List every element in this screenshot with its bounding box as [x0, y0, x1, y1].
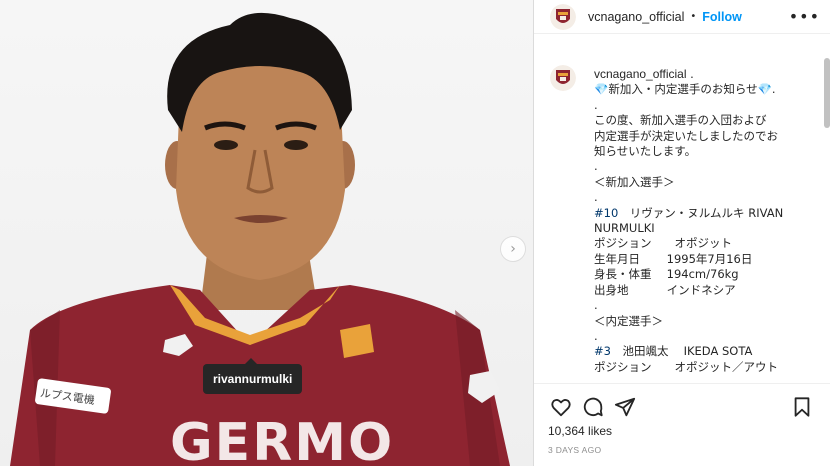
caption-username[interactable]: vcnagano_official: [594, 67, 687, 81]
caption-line: .: [594, 97, 598, 112]
comment-icon: [583, 397, 603, 417]
post-caption: vcnagano_official . 💎新加入・内定選手のお知らせ💎. . こ…: [594, 67, 809, 375]
avatar[interactable]: [550, 3, 576, 30]
caption-line: .: [594, 298, 598, 313]
caption-line: NURMULKI: [594, 221, 655, 236]
share-button[interactable]: [612, 394, 638, 420]
caption-text: リヴァン・ヌルムルキ RIVAN: [618, 205, 784, 220]
post-actions: 10,364 likes 3 DAYS AGO: [534, 383, 830, 455]
caption-line: 身長・体重 194cm/76kg: [594, 267, 739, 282]
caption-line: この度、新加入選手の入団および: [594, 113, 767, 128]
svg-text:GERMO: GERMO: [170, 413, 394, 466]
comment-button[interactable]: [580, 394, 606, 420]
caption-area[interactable]: vcnagano_official . 💎新加入・内定選手のお知らせ💎. . こ…: [534, 52, 818, 382]
club-logo-icon: [550, 65, 576, 91]
paper-plane-icon: [614, 397, 636, 417]
post-sidebar: vcnagano_official • Follow ••• vcnagano_…: [533, 0, 830, 466]
club-logo-icon: [550, 3, 576, 30]
avatar[interactable]: [550, 65, 576, 91]
caption-line: 💎新加入・内定選手のお知らせ💎.: [594, 82, 776, 97]
chevron-right-icon: ›: [510, 241, 516, 257]
hashtag-link[interactable]: #10: [594, 206, 618, 220]
caption-line: ポジション オポジット: [594, 236, 732, 251]
more-options-icon[interactable]: •••: [789, 7, 820, 26]
caption-text: 池田颯太 IKEDA SOTA: [610, 344, 753, 359]
caption-line: .: [594, 190, 598, 205]
user-tag[interactable]: rivannurmulki: [203, 358, 303, 394]
post-header: vcnagano_official • Follow •••: [534, 0, 830, 34]
caption-scrollbar[interactable]: [824, 58, 830, 128]
caption-line: ＜新加入選手＞: [594, 174, 675, 189]
caption-line: .: [594, 328, 598, 343]
likes-count[interactable]: 10,364 likes: [548, 424, 815, 438]
bookmark-icon: [794, 397, 810, 417]
save-button[interactable]: [789, 394, 815, 420]
heart-icon: [551, 399, 571, 417]
next-photo-button[interactable]: ›: [500, 236, 526, 262]
caption-line: 知らせいたします。: [594, 144, 697, 159]
caption-line: ポジション オポジット／アウト: [594, 359, 778, 374]
caption-line: .: [594, 159, 598, 174]
separator-dot: •: [690, 11, 697, 22]
post-timestamp[interactable]: 3 DAYS AGO: [548, 445, 815, 455]
caption-text: .: [686, 67, 694, 81]
action-icons: [548, 394, 815, 420]
player-face: [176, 65, 345, 280]
player-photo: GERMO ルプス電機: [10, 12, 510, 466]
caption-line: 出身地 インドネシア: [594, 282, 736, 297]
post-author-username[interactable]: vcnagano_official: [588, 10, 684, 24]
caption-line: 生年月日 1995年7月16日: [594, 251, 753, 266]
instagram-post-modal: GERMO ルプス電機 › rivannurmulki vcnagano_off…: [0, 0, 830, 466]
like-button[interactable]: [548, 394, 574, 420]
caption-line: 内定選手が決定いたしましたのでお: [594, 128, 778, 143]
caption-line: ＜内定選手＞: [594, 313, 663, 328]
hashtag-link[interactable]: #3: [594, 344, 611, 358]
follow-button[interactable]: Follow: [702, 10, 742, 24]
caption-row: vcnagano_official . 💎新加入・内定選手のお知らせ💎. . こ…: [550, 52, 818, 375]
post-photo[interactable]: GERMO ルプス電機 › rivannurmulki: [0, 0, 533, 466]
